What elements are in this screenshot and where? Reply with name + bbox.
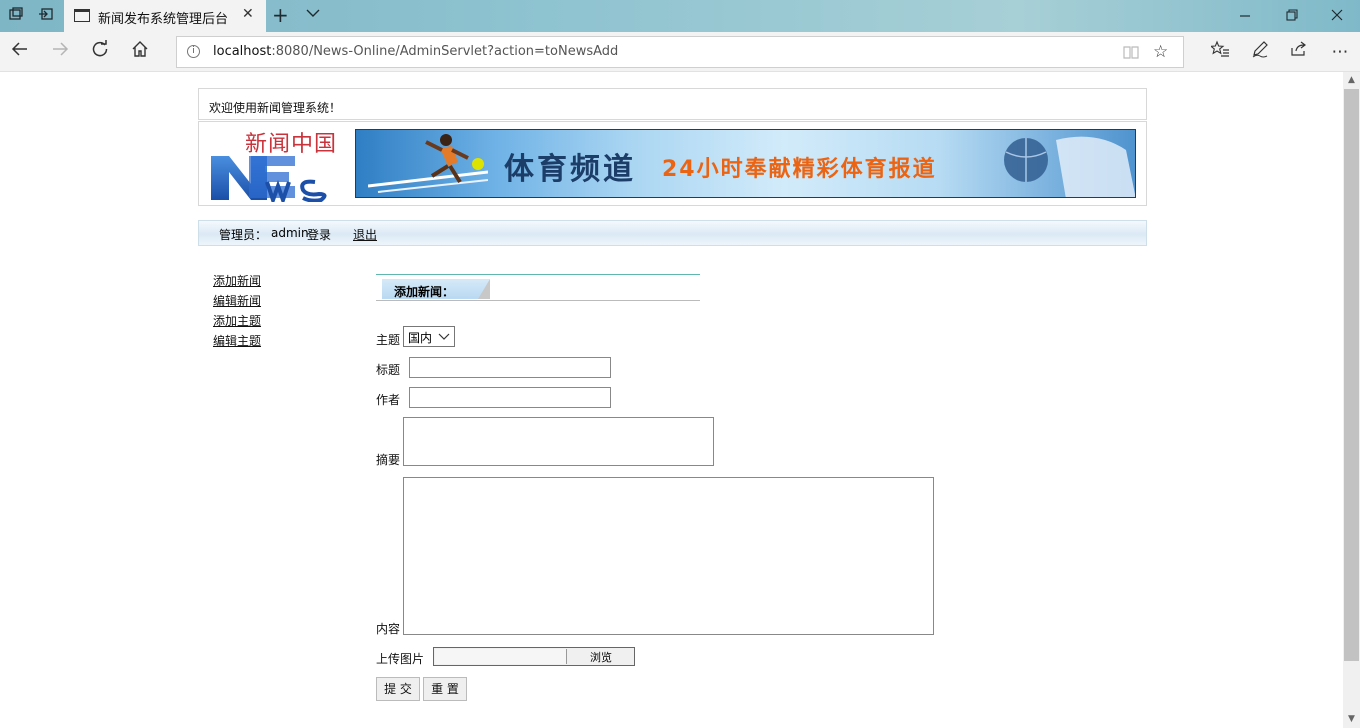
submit-button[interactable]: 提 交 xyxy=(376,677,420,701)
tab-title: 新闻发布系统管理后台 xyxy=(98,12,229,27)
sidebar-link-edit-topic[interactable]: 编辑主题 xyxy=(213,332,261,352)
tab-close-icon[interactable]: ✕ xyxy=(242,6,254,22)
admin-sidebar: 添加新闻 编辑新闻 添加主题 编辑主题 xyxy=(213,272,261,352)
title-input[interactable] xyxy=(409,357,611,378)
news-logo-icon xyxy=(211,156,327,202)
upload-label: 上传图片 xyxy=(376,652,425,666)
navigation-bar: i localhost:8080/News-Online/AdminServle… xyxy=(0,32,1360,72)
reading-view-icon[interactable] xyxy=(1123,44,1139,64)
site-logo: 新闻中国 xyxy=(211,126,351,202)
welcome-bar: 欢迎使用新闻管理系统！ xyxy=(198,88,1147,120)
pen-icon[interactable] xyxy=(1248,40,1272,65)
title-label: 标题 xyxy=(376,363,401,377)
file-path-field[interactable] xyxy=(435,649,567,664)
scroll-down-icon[interactable]: ▼ xyxy=(1343,711,1360,728)
banner-title: 体育频道 xyxy=(504,152,636,187)
sidebar-link-add-news[interactable]: 添加新闻 xyxy=(213,272,261,292)
share-icon[interactable] xyxy=(1287,40,1311,65)
set-aside-icon[interactable] xyxy=(36,6,56,26)
summary-label: 摘要 xyxy=(376,453,401,467)
topic-selected-value: 国内 xyxy=(408,331,433,345)
basketball-image xyxy=(1004,136,1135,197)
author-input[interactable] xyxy=(409,387,611,408)
reset-button[interactable]: 重 置 xyxy=(423,677,467,701)
banner-slogan: 24小时奉献精彩体育报道 xyxy=(662,157,937,182)
topic-label: 主题 xyxy=(376,333,401,347)
athlete-image xyxy=(368,134,488,193)
author-label: 作者 xyxy=(376,393,401,407)
content-textarea[interactable] xyxy=(403,477,934,635)
minimize-icon[interactable] xyxy=(1238,5,1252,29)
home-icon[interactable] xyxy=(128,40,152,64)
topic-select[interactable]: 国内 xyxy=(403,326,455,347)
title-bar: 新闻发布系统管理后台 ✕ + xyxy=(0,0,1360,32)
chevron-down-icon xyxy=(438,328,450,347)
sidebar-link-add-topic[interactable]: 添加主题 xyxy=(213,312,261,332)
forward-icon[interactable] xyxy=(48,40,72,64)
page-icon xyxy=(74,9,90,22)
logout-link[interactable]: 退出 xyxy=(353,226,377,243)
site-header: 新闻中国 体育频道 24小时奉献精彩体育报道 xyxy=(198,121,1147,206)
sports-banner: 体育频道 24小时奉献精彩体育报道 xyxy=(355,129,1136,198)
user-bar: 管理员： admin 登录 退出 xyxy=(198,220,1147,246)
scroll-thumb[interactable] xyxy=(1344,89,1359,661)
star-icon[interactable]: ☆ xyxy=(1153,42,1168,62)
section-title: 添加新闻： xyxy=(394,285,455,299)
site-info-icon[interactable]: i xyxy=(187,45,200,58)
tab-manager-icon[interactable] xyxy=(6,6,26,26)
close-window-icon[interactable] xyxy=(1330,5,1344,29)
address-bar[interactable]: i localhost:8080/News-Online/AdminServle… xyxy=(176,36,1184,68)
admin-label: 管理员： xyxy=(219,228,268,242)
section-header: 添加新闻： xyxy=(376,274,700,301)
tab-active[interactable]: 新闻发布系统管理后台 ✕ xyxy=(64,0,266,32)
url-text[interactable]: localhost:8080/News-Online/AdminServlet?… xyxy=(213,44,618,59)
admin-name: admin xyxy=(271,226,309,240)
more-icon[interactable]: ⋯ xyxy=(1328,40,1352,64)
image-file-input[interactable]: 浏览 xyxy=(433,647,635,666)
vertical-scrollbar[interactable]: ▲ ▼ xyxy=(1343,72,1360,728)
chevron-down-icon[interactable] xyxy=(306,7,320,21)
new-tab-icon[interactable]: + xyxy=(272,4,289,26)
login-status: 登录 xyxy=(307,228,332,242)
summary-textarea[interactable] xyxy=(403,417,714,466)
browse-button[interactable]: 浏览 xyxy=(569,649,633,664)
restore-icon[interactable] xyxy=(1285,5,1299,29)
back-icon[interactable] xyxy=(8,40,32,64)
refresh-icon[interactable] xyxy=(88,40,112,64)
welcome-text: 欢迎使用新闻管理系统！ xyxy=(209,101,342,115)
scroll-up-icon[interactable]: ▲ xyxy=(1343,72,1360,89)
content-label: 内容 xyxy=(376,622,401,636)
sidebar-link-edit-news[interactable]: 编辑新闻 xyxy=(213,292,261,312)
favorites-list-icon[interactable] xyxy=(1208,40,1232,65)
